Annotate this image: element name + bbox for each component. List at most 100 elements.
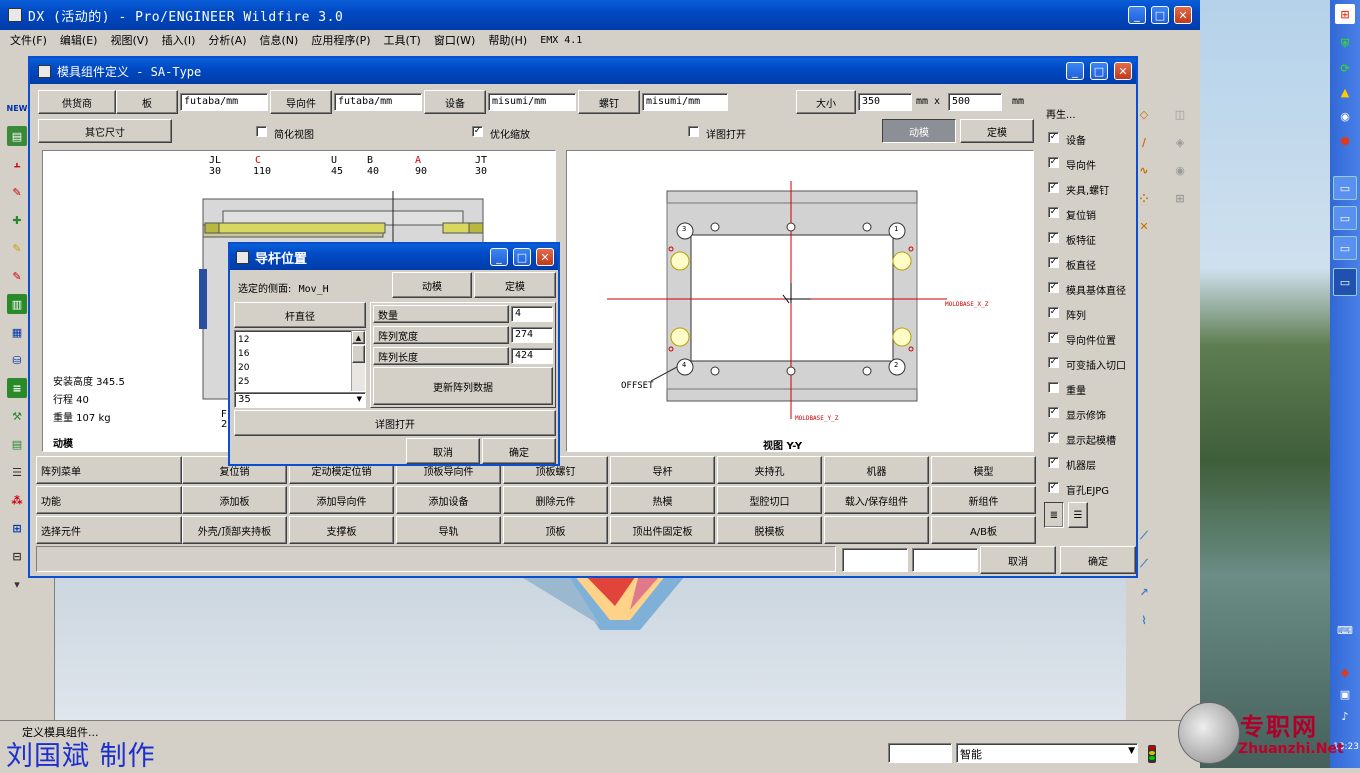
row-button[interactable]: 支撑板 [289,516,394,544]
equip-supplier-field[interactable]: misumi/mm [488,93,576,111]
menu-view[interactable]: 视图(V) [110,32,148,48]
menu-insert[interactable]: 插入(I) [162,32,196,48]
scroll-up-icon[interactable]: ▲ [352,331,365,344]
row-button[interactable]: 添加板 [182,486,287,514]
guide-button[interactable]: 导向件 [270,90,332,114]
stack-icon[interactable]: ☰ [7,462,27,482]
plate-supplier-field[interactable]: futaba/mm [180,93,268,111]
size-y-field[interactable]: 500 [948,93,1002,111]
minimize-button[interactable]: _ [1128,6,1146,24]
regen-checkbox[interactable]: ✓ [1048,457,1059,468]
keyboard-icon[interactable]: ⌨ [1335,620,1355,640]
diameter-list[interactable]: 12 16 20 25 ▲ [234,330,366,392]
ejector-icon[interactable]: ⫠ [7,154,27,174]
screw-icon[interactable]: ✎ [7,182,27,202]
row-button[interactable]: 夹持孔 [717,456,822,484]
regen-checkbox[interactable]: ✓ [1048,132,1059,143]
regen-checkbox[interactable]: ✓ [1048,482,1059,493]
row-button[interactable] [824,516,929,544]
fixed-half-button[interactable]: 定模 [960,119,1034,143]
diameter-selected-field[interactable]: 35 ▼ [234,392,366,408]
menu-tools[interactable]: 工具(T) [384,32,421,48]
datum-curve-icon[interactable]: ◫ [1170,104,1190,124]
menu-window[interactable]: 窗口(W) [434,32,475,48]
regen-checkbox[interactable]: ✓ [1048,407,1059,418]
diameter-list-item[interactable]: 12 [238,333,362,347]
refresh-icon[interactable]: ⟳ [1335,58,1355,78]
new-mold-icon[interactable]: NEW [7,98,28,118]
maximize-button[interactable]: □ [1151,6,1169,24]
row-button[interactable]: 顶出件固定板 [610,516,715,544]
moving-half-button[interactable]: 动模 [882,119,956,143]
plate-button[interactable]: 板 [116,90,178,114]
row-button[interactable]: A/B板 [931,516,1036,544]
mushroom-icon[interactable]: ● [1335,130,1355,150]
add-screw-icon[interactable]: ✚ [7,210,27,230]
slider-icon[interactable]: ▥ [7,294,27,314]
regen-checkbox[interactable]: ✓ [1048,157,1059,168]
row-button[interactable]: 新组件 [931,486,1036,514]
detail-view-button[interactable]: ☰ [1068,502,1088,528]
screw-supplier-field[interactable]: misumi/mm [642,93,728,111]
grid-icon[interactable]: ⊞ [7,518,27,538]
delete-screw-icon[interactable]: ✎ [7,266,27,286]
regen-checkbox[interactable]: ✓ [1048,332,1059,343]
size-button[interactable]: 大小 [796,90,856,114]
windows-logo-icon[interactable]: ⊞ [1335,4,1355,24]
menu-help[interactable]: 帮助(H) [488,32,527,48]
warning-icon[interactable]: ▲ [1335,82,1355,102]
sub-ok-button[interactable]: 确定 [482,438,556,464]
width-field[interactable]: 274 [511,327,553,343]
regen-checkbox[interactable]: ✓ [1048,232,1059,243]
main-ok-button[interactable]: 确定 [1060,546,1136,574]
row-button[interactable]: 型腔切口 [717,486,822,514]
tray-icon-1[interactable]: ◆ [1335,662,1355,682]
optimize-zoom-checkbox[interactable]: ✓ [472,126,483,137]
regen-checkbox[interactable] [1048,382,1059,393]
detail-open-checkbox[interactable] [688,126,699,137]
edit-screw-icon[interactable]: ✎ [7,238,27,258]
filter-select[interactable]: 智能 ▼ [956,743,1138,763]
regen-checkbox[interactable]: ✓ [1048,207,1059,218]
size-x-field[interactable]: 350 [858,93,912,111]
mold-base-icon[interactable]: ▤ [7,126,27,146]
list-view-button[interactable]: ≣ [1044,502,1064,528]
list-scrollbar[interactable]: ▲ [351,331,365,391]
sub-minimize-button[interactable]: _ [490,248,508,266]
row-button[interactable]: 导轨 [396,516,501,544]
sub-fixed-button[interactable]: 定模 [474,272,556,298]
diameter-list-item[interactable]: 25 [238,375,362,389]
measure-icon[interactable]: ⚒ [7,406,27,426]
regen-checkbox[interactable]: ✓ [1048,182,1059,193]
feature-icon-4[interactable]: ⌇ [1134,610,1154,630]
menu-file[interactable]: 文件(F) [10,32,47,48]
menu-analysis[interactable]: 分析(A) [208,32,246,48]
regen-checkbox[interactable]: ✓ [1048,357,1059,368]
regen-checkbox[interactable]: ✓ [1048,307,1059,318]
task-window-icon-4[interactable]: ▭ [1333,268,1357,296]
row-button[interactable]: 删除元件 [503,486,608,514]
sub-detail-button[interactable]: 详图打开 [234,410,556,436]
dialog-maximize-button[interactable]: □ [1090,62,1108,80]
menu-applications[interactable]: 应用程序(P) [311,32,370,48]
row-button[interactable]: 机器 [824,456,929,484]
row-button[interactable]: 载入/保存组件 [824,486,929,514]
simplify-view-checkbox[interactable] [256,126,267,137]
screw-button[interactable]: 螺钉 [578,90,640,114]
browser-icon[interactable]: ◉ [1335,106,1355,126]
task-window-icon-2[interactable]: ▭ [1333,206,1357,230]
sub-maximize-button[interactable]: □ [513,248,531,266]
row-button[interactable]: 热模 [610,486,715,514]
network-icon[interactable]: ▣ [1335,684,1355,704]
speaker-icon[interactable]: ♪ [1335,706,1355,726]
hole-icon[interactable]: ◉ [1170,160,1190,180]
row-button[interactable]: 脱模板 [717,516,822,544]
pattern-icon[interactable]: ⁂ [7,490,27,510]
row-button[interactable]: 添加导向件 [289,486,394,514]
diameter-button[interactable]: 杆直径 [234,302,366,328]
feature-icon-3[interactable]: ↗ [1134,582,1154,602]
dialog-minimize-button[interactable]: _ [1066,62,1084,80]
menu-edit[interactable]: 编辑(E) [60,32,98,48]
update-array-button[interactable]: 更新阵列数据 [373,367,553,405]
shield-icon[interactable]: ⛨ [1335,34,1355,54]
